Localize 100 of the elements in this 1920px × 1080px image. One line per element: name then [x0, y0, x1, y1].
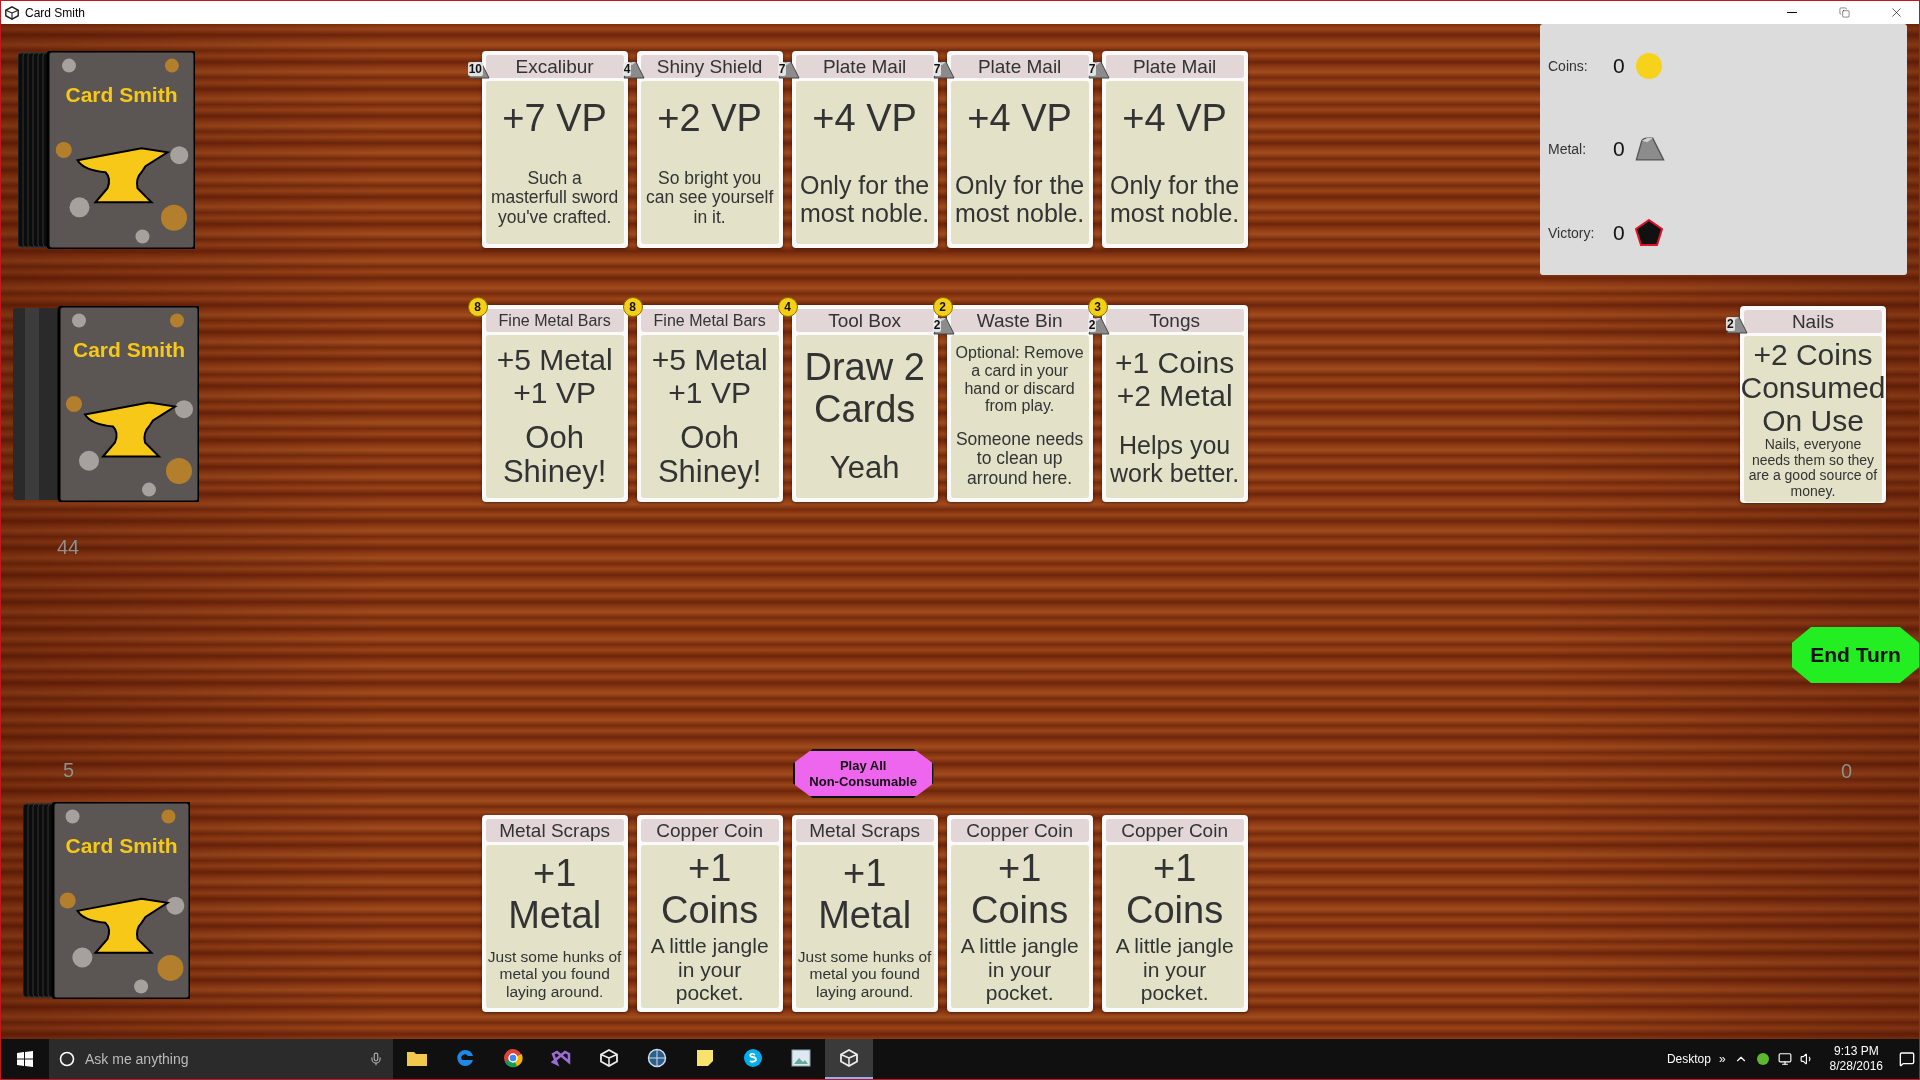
card-title: Metal Scraps	[485, 819, 624, 842]
card-title: Nails	[1744, 310, 1882, 333]
card-title: Tool Box	[795, 309, 934, 332]
play-all-button[interactable]: Play All Non-Consumable	[792, 749, 934, 798]
card-flavor-text: Ooh Shiney!	[501, 420, 608, 491]
metal-cost-number: 2	[1726, 317, 1735, 331]
toolbar-chevron[interactable]: »	[1718, 1052, 1726, 1066]
card[interactable]: Copper Coin +1 Coins A little jangle in your pocket.	[1101, 815, 1248, 1012]
infinity-logo-icon	[551, 1048, 571, 1068]
taskbar-app-button[interactable]	[825, 1039, 873, 1079]
card-flavor-text: A little jangle in your pocket.	[649, 934, 770, 1005]
card-back-title: Card Smith	[65, 83, 178, 107]
window-title: Card Smith	[25, 5, 87, 20]
stat-value: 0	[1613, 220, 1626, 245]
metal-cost-number: 4	[622, 62, 632, 76]
search-field[interactable]: Ask me anything	[83, 1050, 361, 1068]
card-effect: +1 Metal	[817, 852, 913, 937]
card-effect: +4 VP	[812, 98, 917, 141]
card[interactable]: Copper Coin +1 Coins A little jangle in your pocket.	[946, 815, 1093, 1012]
card-title: Metal Scraps	[795, 819, 934, 842]
app-logo-icon	[5, 5, 19, 20]
card-effect: +1 Metal	[507, 852, 603, 937]
card-title: Tongs	[1105, 309, 1244, 332]
card[interactable]: Metal Scraps +1 Metal Just some hunks of metal you found laying around.	[791, 815, 938, 1012]
card-effect: +1 Coins	[970, 848, 1070, 932]
minimize-icon	[1787, 12, 1797, 13]
card-flavor-text: Only for the most noble.	[799, 170, 931, 227]
card-title: Shiny Shield	[640, 55, 779, 78]
chat-bubble-icon	[743, 1048, 763, 1068]
globe-icon	[647, 1048, 667, 1068]
card[interactable]: Fine Metal Bars +5 Metal +1 VP Ooh Shiney!	[481, 305, 628, 502]
folder-icon	[406, 1049, 428, 1067]
card[interactable]: Copper Coin +1 Coins A little jangle in your pocket.	[636, 815, 783, 1012]
card[interactable]: Metal Scraps +1 Metal Just some hunks of metal you found laying around.	[481, 815, 628, 1012]
card-effect: +4 VP	[1122, 98, 1227, 141]
microphone-icon	[369, 1052, 383, 1066]
metal-cost-number: 10	[467, 62, 483, 76]
network-icon[interactable]	[1777, 1052, 1792, 1066]
stat-value: 0	[1613, 54, 1626, 79]
stat-label: Coins:	[1548, 58, 1589, 75]
card-flavor-text: Only for the most noble.	[1109, 170, 1241, 227]
coin-cost-badge: 8	[467, 297, 488, 317]
discard-count: 0	[1841, 760, 1854, 783]
cube-logo-icon	[840, 1049, 858, 1067]
card-flavor-text: Such a masterfull sword you've crafted.	[489, 168, 620, 228]
card-effect: +2 Coins Consumed On Use	[1740, 338, 1886, 437]
card-effect: +4 VP	[967, 98, 1072, 141]
card-flavor-text: Yeah	[829, 451, 900, 486]
stat-label: Victory:	[1548, 224, 1596, 241]
metal-cost-number: 2	[932, 318, 942, 332]
circle-icon	[59, 1051, 75, 1067]
card-title: Plate Mail	[950, 55, 1089, 78]
card-effect: +1 Coins	[660, 848, 760, 932]
card-title: Plate Mail	[795, 55, 934, 78]
card-flavor-text: A little jangle in your pocket.	[959, 934, 1080, 1005]
metal-cost-number: 7	[932, 62, 942, 76]
card-effect: Optional: Remove a card in your hand or discard from play.	[954, 344, 1085, 415]
stat-value: 0	[1613, 137, 1626, 162]
metal-ingot-icon	[1635, 136, 1665, 163]
card-effect: +1 Coins +2 Metal	[1114, 346, 1236, 413]
card-title: Copper Coin	[950, 819, 1089, 842]
notifications-icon[interactable]	[1899, 1051, 1915, 1067]
metal-cost-number: 2	[1087, 318, 1097, 332]
card-effect: +5 Metal +1 VP	[495, 342, 614, 409]
card[interactable]: Tongs +1 Coins +2 Metal Helps you work better.	[1101, 305, 1248, 502]
card-title: Excalibur	[485, 55, 624, 78]
card-effect: +1 Coins	[1125, 848, 1225, 932]
card-title: Copper Coin	[640, 819, 779, 842]
metal-cost-number: 7	[1087, 62, 1097, 76]
restore-icon	[1838, 7, 1850, 18]
desktop-label[interactable]: Desktop	[1666, 1052, 1711, 1066]
card-effect: Draw 2 Cards	[803, 347, 926, 431]
card-flavor-text: A little jangle in your pocket.	[1114, 934, 1235, 1005]
coin-cost-badge: 4	[777, 297, 798, 317]
card-back-title: Card Smith	[65, 834, 178, 858]
windows-logo-icon	[17, 1051, 33, 1067]
coin-cost-badge: 3	[1087, 297, 1108, 317]
card-title: Copper Coin	[1105, 819, 1244, 842]
pentagon-icon	[1635, 218, 1663, 247]
card-title: Waste Bin	[950, 309, 1089, 332]
deck-count: 44	[57, 536, 80, 559]
card[interactable]: Fine Metal Bars +5 Metal +1 VP Ooh Shiney!	[636, 305, 783, 502]
card[interactable]: Plate Mail +4 VP Only for the most noble.	[1101, 51, 1248, 248]
search-box[interactable]: Ask me anything	[49, 1039, 393, 1079]
card-back-title: Card Smith	[73, 337, 185, 361]
card-flavor-text: Helps you work better.	[1109, 430, 1241, 487]
card-effect: +7 VP	[502, 97, 607, 140]
sticky-note-icon	[696, 1049, 714, 1067]
clock-date: 8/28/2016	[1829, 1059, 1883, 1074]
browser-logo-icon	[503, 1048, 523, 1068]
card[interactable]: Nails +2 Coins Consumed On Use Nails, everyone needs them so they are a good source of money.	[1740, 306, 1886, 503]
card-effect: +2 VP	[657, 97, 762, 140]
card-title: Plate Mail	[1105, 55, 1244, 78]
coin-cost-badge: 2	[932, 297, 953, 317]
card-flavor-text: Ooh Shiney!	[656, 420, 763, 491]
end-turn-button[interactable]: End Turn	[1792, 627, 1919, 683]
metal-cost-number: 7	[777, 62, 787, 76]
card-flavor-text: Nails, everyone needs them so they are a good source of money.	[1747, 437, 1879, 500]
card-flavor-text: So bright you can see yourself in it.	[644, 168, 775, 228]
card-flavor-text: Someone needs to clean up arround here.	[954, 429, 1085, 489]
